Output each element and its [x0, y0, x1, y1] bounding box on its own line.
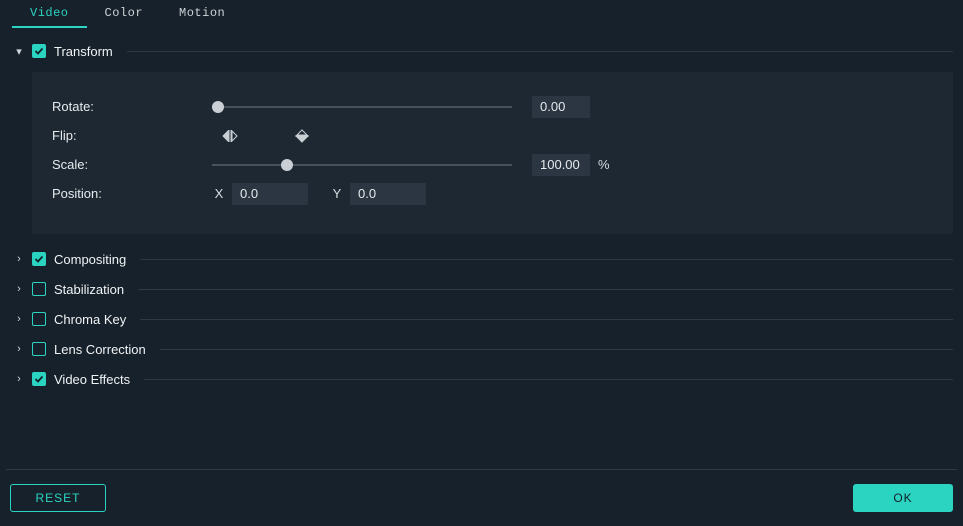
divider [138, 289, 953, 290]
tab-color[interactable]: Color [87, 0, 162, 28]
scale-slider-thumb[interactable] [281, 159, 293, 171]
checkbox-chromakey[interactable] [32, 312, 46, 326]
chevron-right-icon[interactable]: › [10, 283, 28, 295]
position-y-label: Y [330, 186, 344, 201]
checkbox-lenscorrection[interactable] [32, 342, 46, 356]
rotate-slider-thumb[interactable] [212, 101, 224, 113]
section-videoeffects-header: › Video Effects [10, 364, 953, 394]
scale-unit: % [598, 157, 610, 172]
divider [127, 51, 953, 52]
checkbox-compositing[interactable] [32, 252, 46, 266]
section-stabilization-label: Stabilization [54, 282, 138, 297]
reset-button[interactable]: RESET [10, 484, 106, 512]
divider [144, 379, 953, 380]
section-chromakey-header: › Chroma Key [10, 304, 953, 334]
section-stabilization-header: › Stabilization [10, 274, 953, 304]
divider [6, 469, 957, 470]
section-lenscorrection-label: Lens Correction [54, 342, 160, 357]
rotate-label: Rotate: [52, 99, 212, 114]
flip-horizontal-icon[interactable] [218, 127, 242, 145]
scale-input[interactable] [532, 154, 590, 176]
flip-label: Flip: [52, 128, 212, 143]
checkbox-stabilization[interactable] [32, 282, 46, 296]
chevron-right-icon[interactable]: › [10, 373, 28, 385]
rotate-slider[interactable] [212, 106, 512, 108]
section-videoeffects-label: Video Effects [54, 372, 144, 387]
chevron-right-icon[interactable]: › [10, 313, 28, 325]
position-x-label: X [212, 186, 226, 201]
checkbox-videoeffects[interactable] [32, 372, 46, 386]
tab-bar: Video Color Motion [0, 0, 963, 28]
chevron-right-icon[interactable]: › [10, 343, 28, 355]
scale-label: Scale: [52, 157, 212, 172]
section-compositing-label: Compositing [54, 252, 140, 267]
section-chromakey-label: Chroma Key [54, 312, 140, 327]
position-x-input[interactable] [232, 183, 308, 205]
tab-video[interactable]: Video [12, 0, 87, 28]
tab-motion[interactable]: Motion [161, 0, 243, 28]
section-compositing-header: › Compositing [10, 244, 953, 274]
section-transform-header: ▾ Transform [10, 36, 953, 66]
position-y-input[interactable] [350, 183, 426, 205]
chevron-right-icon[interactable]: › [10, 253, 28, 265]
ok-button[interactable]: OK [853, 484, 953, 512]
divider [140, 259, 953, 260]
checkbox-transform[interactable] [32, 44, 46, 58]
divider [140, 319, 953, 320]
divider [160, 349, 953, 350]
rotate-input[interactable] [532, 96, 590, 118]
chevron-down-icon[interactable]: ▾ [10, 45, 28, 58]
section-lenscorrection-header: › Lens Correction [10, 334, 953, 364]
position-label: Position: [52, 186, 212, 201]
scale-slider[interactable] [212, 164, 512, 166]
transform-panel: Rotate: Flip: Scale: [32, 72, 953, 234]
flip-vertical-icon[interactable] [290, 127, 314, 145]
section-transform-label: Transform [54, 44, 127, 59]
